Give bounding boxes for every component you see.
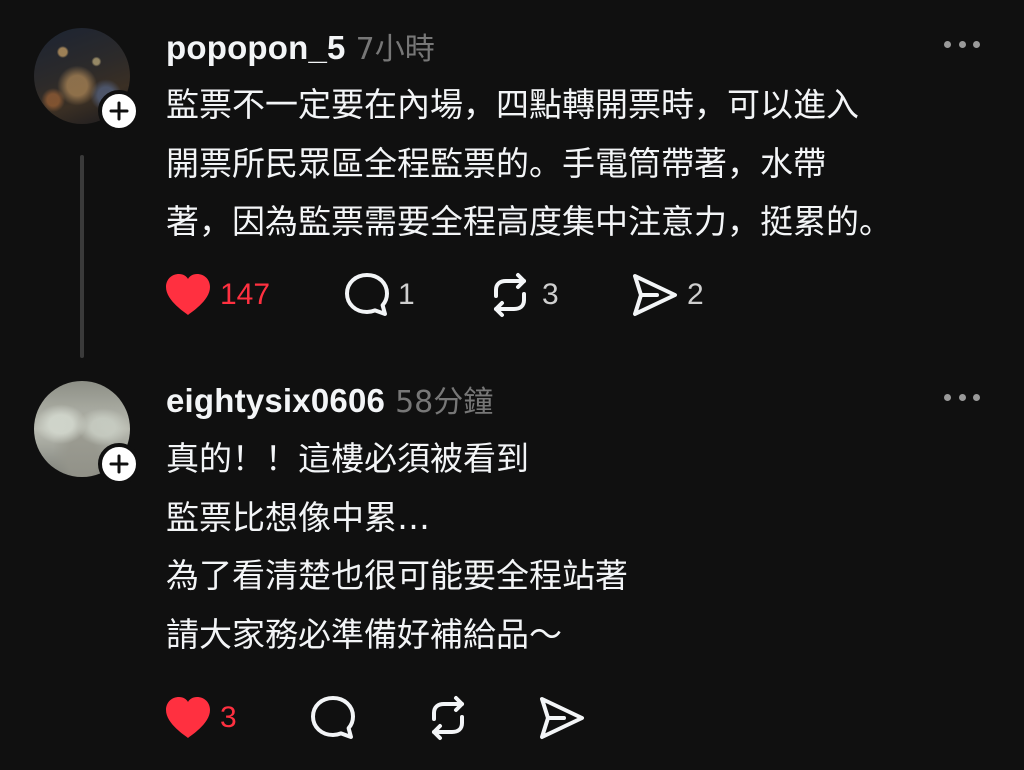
comment-bubble-icon — [311, 696, 355, 739]
follow-button[interactable] — [98, 443, 140, 485]
post-text-line: 為了看清楚也很可能要全程站著 — [166, 556, 628, 595]
share-button[interactable]: 2 — [631, 272, 704, 318]
repost-button[interactable] — [424, 695, 538, 741]
repost-count: 3 — [542, 278, 559, 311]
more-horizontal-icon — [944, 40, 951, 48]
post-text: 真的！！這樓必須被看到 監票比想像中累… 為了看清楚也很可能要全程站著 請大家務… — [166, 430, 996, 664]
send-icon — [633, 274, 677, 316]
username[interactable]: eightysix0606 — [166, 382, 385, 420]
timestamp: 58分鐘 — [395, 385, 494, 420]
like-count: 147 — [220, 278, 271, 311]
post-header: popopon_5 7小時 — [166, 24, 435, 68]
plus-icon — [109, 101, 129, 121]
repost-button[interactable]: 3 — [486, 272, 631, 318]
username[interactable]: popopon_5 — [166, 29, 346, 67]
post-text-line: 著，因為監票需要全程高度集中注意力，挺累的。 — [166, 202, 892, 241]
comment-button[interactable]: 1 — [344, 272, 486, 318]
plus-icon — [109, 454, 129, 474]
more-horizontal-icon — [944, 393, 951, 401]
thread-connector-line — [80, 155, 84, 358]
share-button[interactable] — [538, 695, 586, 741]
timestamp: 7小時 — [355, 32, 435, 67]
follow-button[interactable] — [98, 90, 140, 132]
thread-post-2: eightysix0606 58分鐘 真的！！這樓必須被看到 監票比想像中累… … — [0, 365, 1024, 770]
heart-icon — [166, 274, 210, 315]
post-text-line: 請大家務必準備好補給品～ — [166, 614, 562, 654]
post-text-line: 監票不一定要在內場，四點轉開票時，可以進入 — [166, 85, 859, 124]
repost-icon — [494, 273, 526, 317]
post-text-line: 開票所民眾區全程監票的。手電筒帶著，水帶 — [166, 143, 826, 183]
comment-button[interactable] — [310, 695, 424, 741]
share-count: 2 — [687, 278, 704, 311]
repost-icon — [432, 696, 464, 740]
avatar-container[interactable] — [34, 381, 140, 485]
post-actions: 147 1 3 2 — [164, 272, 704, 318]
more-options-button[interactable] — [944, 37, 980, 51]
like-button[interactable]: 147 — [164, 273, 344, 317]
post-header: eightysix0606 58分鐘 — [166, 377, 493, 421]
post-text: 監票不一定要在內場，四點轉開票時，可以進入 開票所民眾區全程監票的。手電筒帶著，… — [166, 76, 996, 252]
send-icon — [540, 697, 584, 739]
post-text-line: 真的！！這樓必須被看到 — [166, 439, 529, 478]
comment-count: 1 — [398, 278, 415, 311]
heart-icon — [166, 697, 210, 738]
thread-post-1: popopon_5 7小時 監票不一定要在內場，四點轉開票時，可以進入 開票所民… — [0, 0, 1024, 365]
post-text-line: 監票比想像中累… — [166, 497, 430, 537]
post-actions: 3 — [164, 695, 586, 741]
like-count: 3 — [220, 701, 237, 734]
like-button[interactable]: 3 — [164, 696, 310, 740]
more-options-button[interactable] — [944, 390, 980, 404]
comment-bubble-icon — [345, 273, 389, 316]
avatar-container[interactable] — [34, 28, 140, 132]
